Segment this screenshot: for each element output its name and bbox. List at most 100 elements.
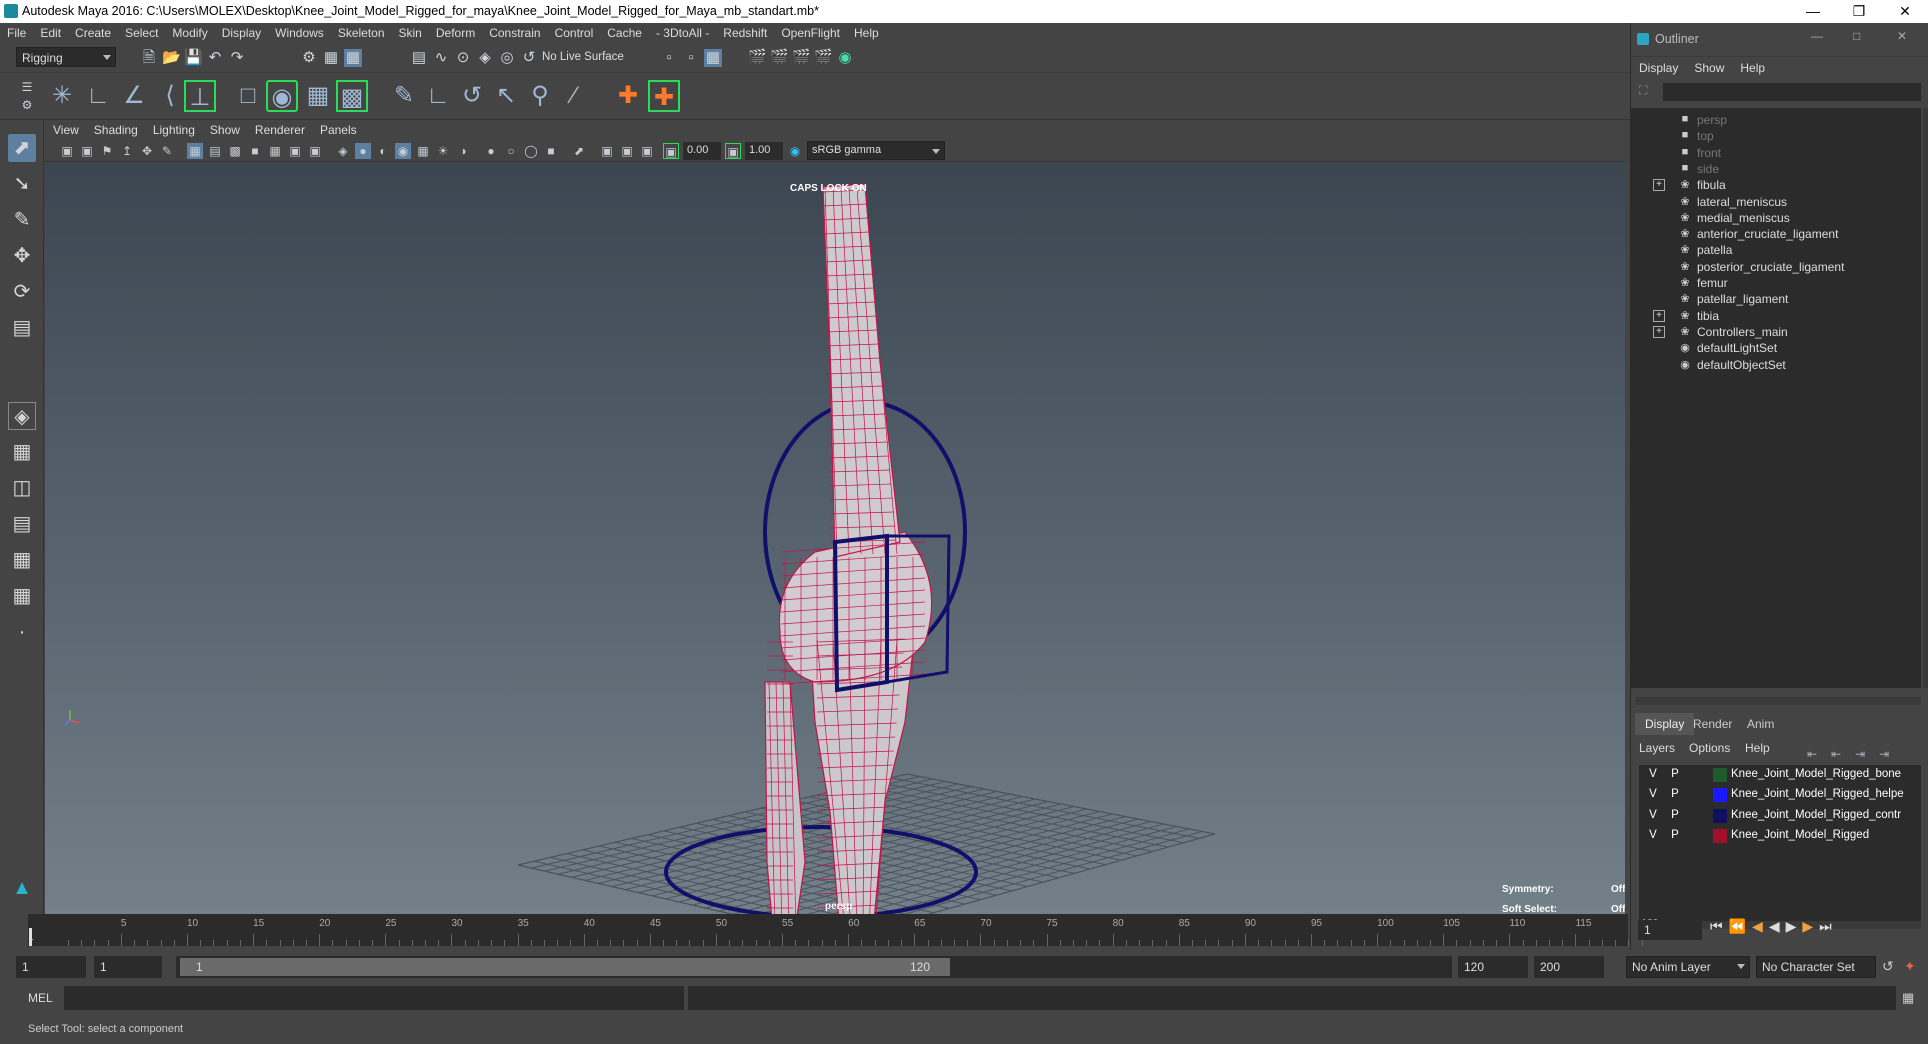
output-ops-icon[interactable]: ▫: [682, 49, 700, 67]
layer-playback-toggle[interactable]: P: [1669, 829, 1681, 841]
graph-layout-icon[interactable]: ▦: [8, 546, 36, 574]
snap-curve-icon[interactable]: ∿: [432, 49, 450, 67]
command-language-label[interactable]: MEL: [28, 991, 53, 1005]
start-time-field[interactable]: 1: [16, 956, 86, 978]
close-button[interactable]: ✕: [1882, 0, 1928, 23]
locator-icon[interactable]: ⊥: [184, 80, 216, 112]
render-settings-icon[interactable]: 🎬: [814, 49, 833, 67]
lights-icon[interactable]: ☀: [435, 143, 451, 159]
dot-layout-icon[interactable]: ·: [8, 618, 36, 646]
xray-icon[interactable]: ▣: [599, 143, 615, 159]
bookmark-icon[interactable]: ⚑: [99, 143, 115, 159]
menu-select[interactable]: Select: [118, 23, 165, 40]
input-ops-icon[interactable]: ▫: [660, 49, 678, 67]
rotate-tool-icon[interactable]: ⟳: [8, 278, 36, 306]
two-d-pan-icon[interactable]: ✥: [139, 143, 155, 159]
layer-playback-toggle[interactable]: P: [1669, 809, 1681, 821]
textured-icon[interactable]: ▦: [415, 143, 431, 159]
viewport-menu-shading[interactable]: Shading: [86, 120, 145, 137]
redo-icon[interactable]: ↷: [228, 49, 246, 67]
layer-color-swatch[interactable]: [1713, 828, 1727, 843]
point-constraint-icon[interactable]: ↺: [456, 80, 488, 112]
outliner-close-button[interactable]: ✕: [1897, 29, 1907, 43]
ambient-occlusion-icon[interactable]: ●: [483, 143, 499, 159]
expand-icon[interactable]: +: [1653, 325, 1665, 338]
menu-skin[interactable]: Skin: [392, 23, 429, 40]
menu-file[interactable]: File: [0, 23, 33, 40]
safe-title-icon[interactable]: ▣: [307, 143, 323, 159]
timeline-track[interactable]: 5 10 15 20 25 30 35 40 45 50 55 60 65 70 75 80 85 90 95 100…: [28, 914, 1658, 946]
layer-visibility-toggle[interactable]: V: [1647, 768, 1659, 780]
script-editor-icon[interactable]: ▦: [1902, 990, 1914, 1006]
outliner-minimize-button[interactable]: —: [1811, 29, 1823, 43]
snap-surface-icon[interactable]: ◎: [498, 49, 516, 67]
save-scene-icon[interactable]: 💾: [184, 49, 203, 67]
menu-skeleton[interactable]: Skeleton: [331, 23, 392, 40]
snap-view-plane-icon[interactable]: ◈: [476, 49, 494, 67]
select-object-icon[interactable]: ▦: [322, 49, 340, 67]
playback-end-field[interactable]: 120: [1458, 956, 1528, 978]
auto-key-icon[interactable]: ↺: [1882, 958, 1894, 975]
expand-icon[interactable]: +: [1653, 179, 1665, 192]
outliner-menu-help[interactable]: Help: [1732, 57, 1773, 75]
outliner-filter-icon[interactable]: ⛶: [1639, 83, 1655, 99]
layer-tab-anim[interactable]: Anim: [1737, 713, 1784, 735]
layer-visibility-toggle[interactable]: V: [1647, 788, 1659, 800]
rig-controller-icon[interactable]: ✚: [648, 80, 680, 112]
undo-icon[interactable]: ↶: [206, 49, 224, 67]
next-key-icon[interactable]: ▶: [1802, 918, 1819, 934]
end-time-field[interactable]: 200: [1534, 956, 1604, 978]
menu-display[interactable]: Display: [215, 23, 268, 40]
bind-skin-icon[interactable]: ✎: [388, 80, 420, 112]
field-chart-icon[interactable]: ▦: [267, 143, 283, 159]
viewport-menu-panels[interactable]: Panels: [312, 120, 364, 137]
resolution-gate-icon[interactable]: ▩: [227, 143, 243, 159]
joint-tool-icon[interactable]: ✳: [46, 80, 78, 112]
layer-color-swatch[interactable]: [1713, 788, 1727, 803]
live-surface-icon[interactable]: ↺: [520, 49, 538, 67]
depth-of-field-icon[interactable]: ■: [543, 143, 559, 159]
outliner-hscrollbar[interactable]: [1635, 697, 1921, 705]
shelf-tabs-icon[interactable]: ☰: [18, 78, 36, 96]
wire-icon[interactable]: ▦: [302, 80, 334, 112]
isolate-select-icon[interactable]: ⬈: [571, 143, 587, 159]
layer-visibility-toggle[interactable]: V: [1647, 809, 1659, 821]
time-slider[interactable]: 5 10 15 20 25 30 35 40 45 50 55 60 65 70 75 80 85 90 95 100…: [0, 914, 1658, 950]
layer-playback-toggle[interactable]: P: [1669, 788, 1681, 800]
hypershade-layout-icon[interactable]: ▦: [8, 582, 36, 610]
current-frame-field[interactable]: 1: [1638, 920, 1702, 940]
command-input[interactable]: [64, 986, 684, 1010]
move-tool-icon[interactable]: ✥: [8, 242, 36, 270]
outliner-search-input[interactable]: [1663, 83, 1921, 101]
viewport-menu-view[interactable]: View: [45, 120, 86, 137]
play-backward-icon[interactable]: ◀: [1769, 918, 1786, 934]
blend-shape-icon[interactable]: ▩: [336, 80, 368, 112]
menu-modify[interactable]: Modify: [165, 23, 214, 40]
add-controller-icon[interactable]: ✚: [612, 80, 644, 112]
go-to-start-icon[interactable]: ⏮: [1710, 918, 1729, 934]
go-to-end-icon[interactable]: ⏭: [1819, 918, 1838, 934]
lasso-tool-icon[interactable]: ➘: [8, 170, 36, 198]
paint-weights-icon[interactable]: ∟: [422, 80, 454, 112]
layer-tab-render[interactable]: Render: [1683, 713, 1742, 735]
far-clip-field[interactable]: 1.00: [745, 142, 783, 160]
camera-select-icon[interactable]: ▣: [59, 143, 75, 159]
menu-create[interactable]: Create: [68, 23, 118, 40]
select-hierarchy-icon[interactable]: ⚙: [300, 49, 318, 67]
side-by-side-layout-icon[interactable]: ◫: [8, 474, 36, 502]
viewport-menu-lighting[interactable]: Lighting: [145, 120, 202, 137]
viewport-menu-renderer[interactable]: Renderer: [247, 120, 312, 137]
xray-joints-icon[interactable]: ▣: [619, 143, 635, 159]
menu-redshift[interactable]: Redshift: [716, 23, 774, 40]
scale-tool-icon[interactable]: ▤: [8, 314, 36, 342]
color-space-dropdown[interactable]: sRGB gamma: [807, 141, 945, 160]
far-clip-icon[interactable]: ▣: [725, 143, 741, 159]
layer-row[interactable]: V P Knee_Joint_Model_Rigged_contr: [1639, 806, 1921, 826]
shelf-options-icon[interactable]: ⚙: [18, 96, 36, 114]
layer-color-swatch[interactable]: [1713, 808, 1727, 823]
snap-point-icon[interactable]: ⊙: [454, 49, 472, 67]
camera-attr-icon[interactable]: ▣: [79, 143, 95, 159]
motion-blur-icon[interactable]: ○: [503, 143, 519, 159]
color-management-icon[interactable]: ◉: [787, 143, 803, 159]
layer-row[interactable]: V P Knee_Joint_Model_Rigged_bone: [1639, 765, 1921, 785]
